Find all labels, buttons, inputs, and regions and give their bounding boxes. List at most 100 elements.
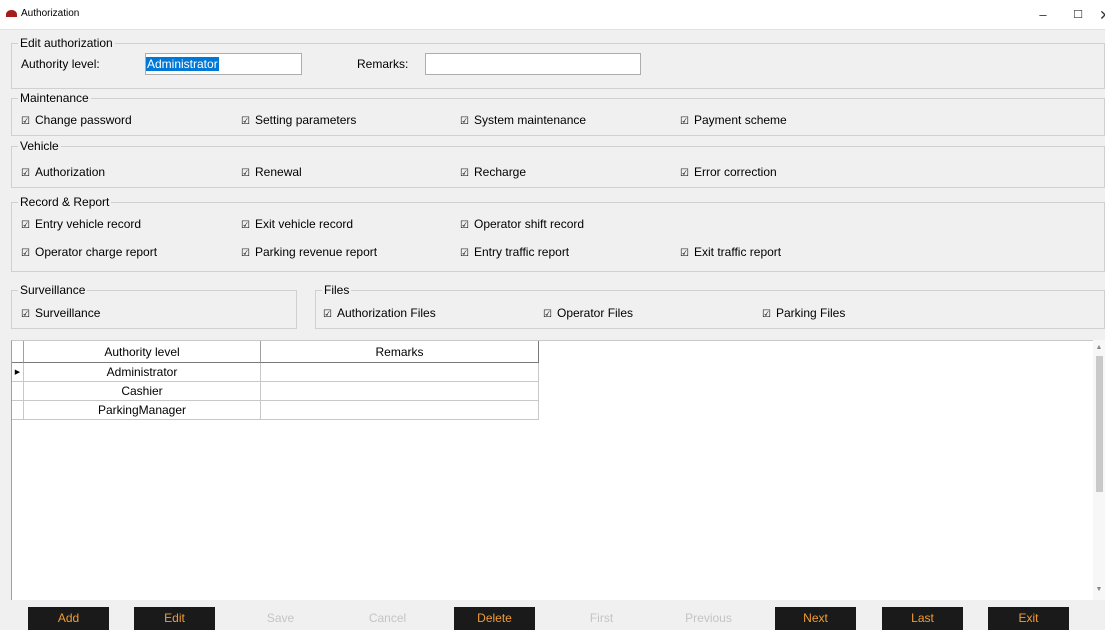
checkbox-operator-charge-report[interactable]: ☑ Operator charge report [21, 245, 157, 261]
checkbox-exit-vehicle-record[interactable]: ☑ Exit vehicle record [241, 217, 353, 233]
checkbox-checked-icon: ☑ [762, 309, 771, 320]
cell-remarks[interactable] [261, 401, 539, 420]
checkbox-checked-icon: ☑ [21, 168, 30, 179]
checkbox-checked-icon: ☑ [460, 220, 469, 231]
checkbox-parking-revenue-report[interactable]: ☑ Parking revenue report [241, 245, 377, 261]
checkbox-checked-icon: ☑ [680, 168, 689, 179]
checkbox-entry-traffic-report[interactable]: ☑ Entry traffic report [460, 245, 569, 261]
checkbox-label: Surveillance [35, 306, 101, 320]
scroll-down-icon[interactable]: ▼ [1093, 586, 1105, 593]
checkbox-authorization-files[interactable]: ☑ Authorization Files [323, 306, 436, 322]
checkbox-checked-icon: ☑ [680, 116, 689, 127]
cancel-button[interactable]: Cancel [347, 607, 428, 630]
checkbox-entry-vehicle-record[interactable]: ☑ Entry vehicle record [21, 217, 141, 233]
group-title: Files [322, 283, 352, 297]
authority-level-input[interactable]: Administrator [145, 53, 302, 75]
group-title: Edit authorization [18, 36, 115, 50]
checkbox-checked-icon: ☑ [460, 248, 469, 259]
row-indicator [12, 401, 24, 420]
checkbox-label: Authorization [35, 165, 106, 179]
checkbox-label: Recharge [474, 165, 527, 179]
checkbox-renewal[interactable]: ☑ Renewal [241, 165, 302, 181]
checkbox-parking-files[interactable]: ☑ Parking Files [762, 306, 845, 322]
column-header-authority-level[interactable]: Authority level [24, 341, 261, 363]
checkbox-operator-shift-record[interactable]: ☑ Operator shift record [460, 217, 584, 233]
cell-authority-level[interactable]: ParkingManager [24, 401, 261, 420]
authority-level-grid: Authority level Remarks ▶ Administrator … [11, 340, 1105, 600]
minimize-button[interactable]: – [1028, 5, 1058, 25]
maximize-button[interactable]: ☐ [1063, 5, 1093, 25]
cell-authority-level[interactable]: Administrator [24, 363, 261, 382]
save-button[interactable]: Save [240, 607, 321, 630]
checkbox-label: Change password [35, 113, 132, 127]
current-row-pointer-icon: ▶ [12, 363, 24, 382]
checkbox-label: Operator shift record [474, 217, 585, 231]
checkbox-checked-icon: ☑ [241, 248, 250, 259]
car-icon [6, 10, 17, 17]
checkbox-checked-icon: ☑ [241, 220, 250, 231]
checkbox-checked-icon: ☑ [21, 309, 30, 320]
checkbox-checked-icon: ☑ [241, 168, 250, 179]
checkbox-label: Payment scheme [694, 113, 787, 127]
exit-button[interactable]: Exit [988, 607, 1069, 630]
scrollbar-thumb[interactable] [1096, 356, 1103, 492]
checkbox-recharge[interactable]: ☑ Recharge [460, 165, 526, 181]
cell-authority-level[interactable]: Cashier [24, 382, 261, 401]
checkbox-checked-icon: ☑ [680, 248, 689, 259]
close-button[interactable]: ✕ [1090, 5, 1105, 25]
group-title: Record & Report [18, 195, 112, 209]
last-button[interactable]: Last [882, 607, 963, 630]
checkbox-checked-icon: ☑ [543, 309, 552, 320]
row-indicator [12, 382, 24, 401]
cell-remarks[interactable] [261, 382, 539, 401]
record-report-group: Record & Report [11, 196, 1105, 272]
checkbox-label: Setting parameters [255, 113, 357, 127]
checkbox-label: System maintenance [474, 113, 587, 127]
scroll-up-icon[interactable]: ▲ [1093, 344, 1105, 351]
checkbox-checked-icon: ☑ [241, 116, 250, 127]
checkbox-checked-icon: ☑ [323, 309, 332, 320]
group-title: Vehicle [18, 139, 61, 153]
edit-button[interactable]: Edit [134, 607, 215, 630]
group-title: Maintenance [18, 91, 91, 105]
checkbox-label: Entry traffic report [474, 245, 570, 259]
checkbox-label: Exit vehicle record [255, 217, 354, 231]
title-bar: Authorization – ☐ ✕ [0, 0, 1105, 30]
next-button[interactable]: Next [775, 607, 856, 630]
checkbox-authorization[interactable]: ☑ Authorization [21, 165, 105, 181]
previous-button[interactable]: Previous [668, 607, 749, 630]
checkbox-label: Parking revenue report [255, 245, 378, 259]
checkbox-setting-parameters[interactable]: ☑ Setting parameters [241, 113, 356, 129]
delete-button[interactable]: Delete [454, 607, 535, 630]
vertical-scrollbar[interactable]: ▲ ▼ [1093, 340, 1105, 600]
remarks-input[interactable] [425, 53, 641, 75]
group-title: Surveillance [18, 283, 88, 297]
cell-remarks[interactable] [261, 363, 539, 382]
add-button[interactable]: Add [28, 607, 109, 630]
checkbox-label: Parking Files [776, 306, 846, 320]
checkbox-checked-icon: ☑ [460, 168, 469, 179]
checkbox-payment-scheme[interactable]: ☑ Payment scheme [680, 113, 787, 129]
checkbox-label: Exit traffic report [694, 245, 782, 259]
checkbox-checked-icon: ☑ [460, 116, 469, 127]
first-button[interactable]: First [561, 607, 642, 630]
checkbox-label: Error correction [694, 165, 777, 179]
checkbox-error-correction[interactable]: ☑ Error correction [680, 165, 777, 181]
vehicle-group: Vehicle [11, 140, 1105, 188]
authority-level-value: Administrator [146, 57, 219, 71]
row-indicator-header [12, 341, 24, 363]
checkbox-operator-files[interactable]: ☑ Operator Files [543, 306, 633, 322]
checkbox-label: Renewal [255, 165, 302, 179]
checkbox-label: Operator Files [557, 306, 634, 320]
checkbox-label: Operator charge report [35, 245, 158, 259]
column-header-remarks[interactable]: Remarks [261, 341, 539, 363]
checkbox-checked-icon: ☑ [21, 116, 30, 127]
checkbox-surveillance[interactable]: ☑ Surveillance [21, 306, 100, 322]
checkbox-label: Authorization Files [337, 306, 436, 320]
remarks-label: Remarks: [357, 57, 409, 71]
window-title: Authorization [21, 8, 80, 19]
checkbox-checked-icon: ☑ [21, 248, 30, 259]
checkbox-system-maintenance[interactable]: ☑ System maintenance [460, 113, 586, 129]
checkbox-change-password[interactable]: ☑ Change password [21, 113, 132, 129]
checkbox-exit-traffic-report[interactable]: ☑ Exit traffic report [680, 245, 781, 261]
